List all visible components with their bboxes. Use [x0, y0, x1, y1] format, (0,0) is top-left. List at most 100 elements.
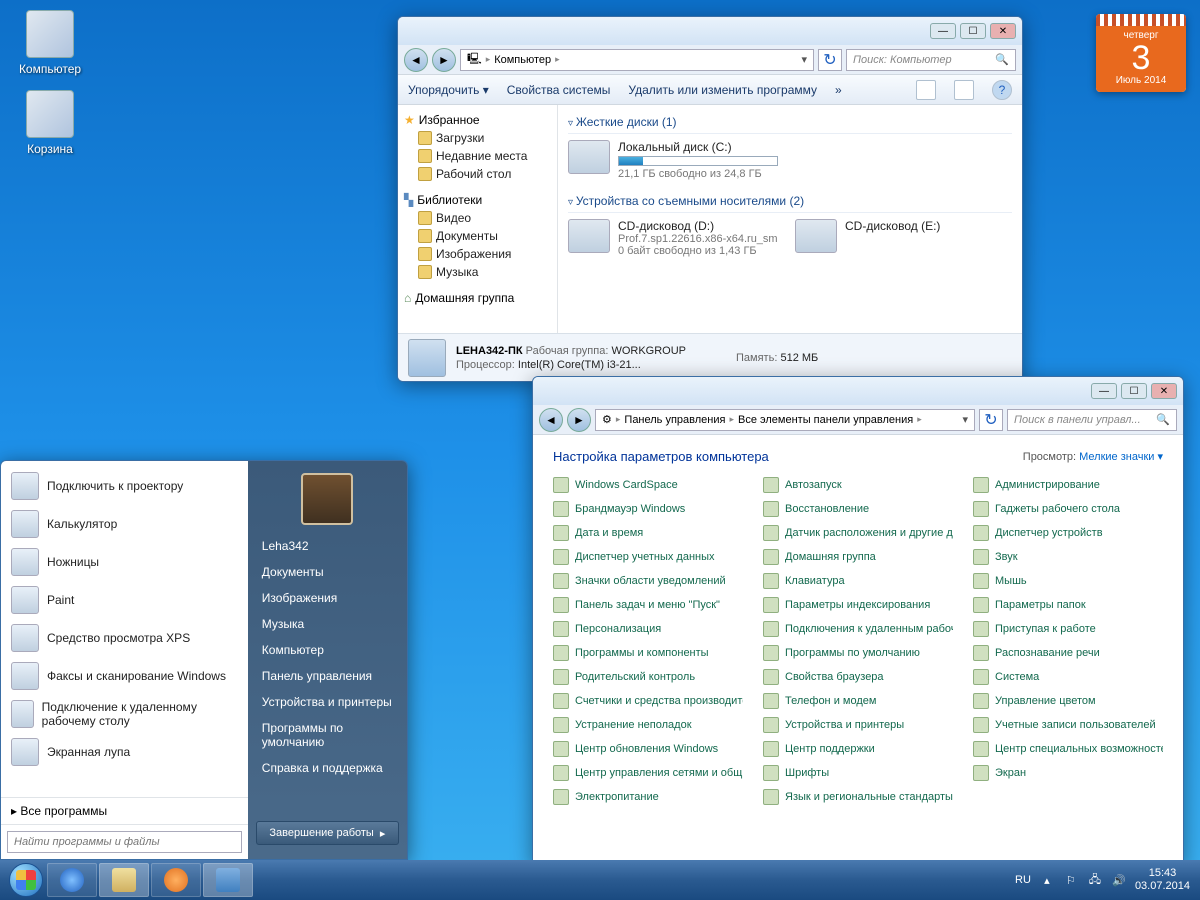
cp-item[interactable]: Гаджеты рабочего стола — [973, 500, 1163, 518]
start-right-item[interactable]: Компьютер — [248, 637, 407, 663]
start-right-item[interactable]: Изображения — [248, 585, 407, 611]
calendar-gadget[interactable]: четверг 3 Июль 2014 — [1096, 14, 1186, 92]
address-bar[interactable]: ⚙ ▸ Панель управления ▸ Все элементы пан… — [595, 409, 975, 431]
nav-item-recent[interactable]: Недавние места — [402, 147, 553, 165]
search-icon[interactable]: 🔍 — [1156, 413, 1170, 426]
cp-item[interactable]: Мышь — [973, 572, 1163, 590]
start-right-item[interactable]: Справка и поддержка — [248, 755, 407, 781]
cp-item[interactable]: Параметры папок — [973, 596, 1163, 614]
taskbar-clock[interactable]: 15:43 03.07.2014 — [1135, 867, 1190, 893]
system-properties-button[interactable]: Свойства системы — [507, 83, 611, 97]
search-input[interactable]: Поиск в панели управл... 🔍 — [1007, 409, 1177, 431]
cp-item[interactable]: Восстановление — [763, 500, 953, 518]
user-avatar[interactable] — [301, 473, 353, 525]
cp-item[interactable]: Распознавание речи — [973, 644, 1163, 662]
cp-item[interactable]: Значки области уведомлений — [553, 572, 743, 590]
close-button[interactable]: ✕ — [1151, 383, 1177, 399]
cp-item[interactable]: Свойства браузера — [763, 668, 953, 686]
maximize-button[interactable]: ☐ — [960, 23, 986, 39]
volume-icon[interactable]: 🔊 — [1111, 872, 1127, 888]
cp-item[interactable]: Шрифты — [763, 764, 953, 782]
window-titlebar[interactable]: — ☐ ✕ — [398, 17, 1022, 45]
cp-item[interactable]: Windows CardSpace — [553, 476, 743, 494]
cp-item[interactable]: Счетчики и средства производите... — [553, 692, 743, 710]
cp-item[interactable]: Диспетчер учетных данных — [553, 548, 743, 566]
search-icon[interactable]: 🔍 — [995, 53, 1009, 66]
minimize-button[interactable]: — — [930, 23, 956, 39]
start-program-item[interactable]: Подключить к проектору — [5, 467, 244, 505]
desktop-icon-recycle[interactable]: Корзина — [12, 90, 88, 156]
toolbar-overflow[interactable]: » — [835, 83, 842, 97]
forward-button[interactable]: ► — [567, 408, 591, 432]
cp-item[interactable]: Персонализация — [553, 620, 743, 638]
start-right-item[interactable]: Программы по умолчанию — [248, 715, 407, 755]
cp-item[interactable]: Центр специальных возможностей — [973, 740, 1163, 758]
cp-item[interactable]: Параметры индексирования — [763, 596, 953, 614]
breadcrumb-item[interactable]: Компьютер — [494, 54, 551, 66]
cp-item[interactable]: Центр управления сетями и общи... — [553, 764, 743, 782]
preview-pane-button[interactable] — [954, 80, 974, 100]
cp-item[interactable]: Автозапуск — [763, 476, 953, 494]
nav-item-pictures[interactable]: Изображения — [402, 245, 553, 263]
organize-menu[interactable]: Упорядочить ▾ — [408, 83, 489, 97]
search-input[interactable]: Поиск: Компьютер 🔍 — [846, 49, 1016, 71]
back-button[interactable]: ◄ — [404, 48, 428, 72]
refresh-button[interactable]: ↻ — [979, 409, 1003, 431]
forward-button[interactable]: ► — [432, 48, 456, 72]
cp-item[interactable]: Приступая к работе — [973, 620, 1163, 638]
cp-item[interactable]: Звук — [973, 548, 1163, 566]
network-icon[interactable]: 🖧 — [1087, 872, 1103, 888]
nav-item-videos[interactable]: Видео — [402, 209, 553, 227]
cp-item[interactable]: Система — [973, 668, 1163, 686]
cp-item[interactable]: Программы и компоненты — [553, 644, 743, 662]
start-program-item[interactable]: Факсы и сканирование Windows — [5, 657, 244, 695]
nav-item-downloads[interactable]: Загрузки — [402, 129, 553, 147]
cp-item[interactable]: Клавиатура — [763, 572, 953, 590]
start-program-item[interactable]: Paint — [5, 581, 244, 619]
start-right-item[interactable]: Устройства и принтеры — [248, 689, 407, 715]
user-name-link[interactable]: Leha342 — [248, 533, 407, 559]
start-program-item[interactable]: Подключение к удаленному рабочему столу — [5, 695, 244, 733]
close-button[interactable]: ✕ — [990, 23, 1016, 39]
all-programs-button[interactable]: ▸ Все программы — [1, 797, 248, 824]
window-titlebar[interactable]: — ☐ ✕ — [533, 377, 1183, 405]
action-center-icon[interactable]: ⚐ — [1063, 872, 1079, 888]
nav-item-documents[interactable]: Документы — [402, 227, 553, 245]
shutdown-button[interactable]: Завершение работы ▸ — [256, 821, 399, 845]
breadcrumb-item[interactable]: Панель управления — [624, 414, 725, 426]
taskbar-item-wmp[interactable] — [151, 863, 201, 897]
cp-item[interactable]: Устранение неполадок — [553, 716, 743, 734]
cp-item[interactable]: Программы по умолчанию — [763, 644, 953, 662]
language-indicator[interactable]: RU — [1015, 874, 1031, 886]
nav-homegroup[interactable]: ⌂Домашняя группа — [402, 289, 553, 307]
cp-item[interactable]: Электропитание — [553, 788, 743, 806]
cp-item[interactable]: Центр обновления Windows — [553, 740, 743, 758]
start-program-item[interactable]: Экранная лупа — [5, 733, 244, 771]
taskbar-item-ie[interactable] — [47, 863, 97, 897]
start-program-item[interactable]: Калькулятор — [5, 505, 244, 543]
help-button[interactable]: ? — [992, 80, 1012, 100]
cp-item[interactable]: Устройства и принтеры — [763, 716, 953, 734]
cp-item[interactable]: Телефон и модем — [763, 692, 953, 710]
cp-item[interactable]: Дата и время — [553, 524, 743, 542]
breadcrumb-item[interactable]: Все элементы панели управления — [738, 414, 913, 426]
cp-item[interactable]: Домашняя группа — [763, 548, 953, 566]
start-search-input[interactable] — [7, 831, 242, 853]
cp-item[interactable]: Управление цветом — [973, 692, 1163, 710]
cp-item[interactable]: Панель задач и меню "Пуск" — [553, 596, 743, 614]
section-header-removable[interactable]: Устройства со съемными носителями (2) — [568, 190, 1012, 213]
cp-item[interactable]: Родительский контроль — [553, 668, 743, 686]
show-hidden-icons[interactable]: ▴ — [1039, 872, 1055, 888]
view-mode-button[interactable] — [916, 80, 936, 100]
drive-c[interactable]: Локальный диск (C:) 21,1 ГБ свободно из … — [568, 140, 788, 180]
start-program-item[interactable]: Ножницы — [5, 543, 244, 581]
drive-e[interactable]: CD-дисковод (E:) — [795, 219, 1012, 257]
taskbar-item-explorer[interactable] — [99, 863, 149, 897]
maximize-button[interactable]: ☐ — [1121, 383, 1147, 399]
uninstall-button[interactable]: Удалить или изменить программу — [628, 83, 817, 97]
address-bar[interactable]: 🖳 ▸ Компьютер ▸ ▾ — [460, 49, 814, 71]
cp-item[interactable]: Подключения к удаленным рабоч... — [763, 620, 953, 638]
start-right-item[interactable]: Панель управления — [248, 663, 407, 689]
refresh-button[interactable]: ↻ — [818, 49, 842, 71]
cp-item[interactable]: Учетные записи пользователей — [973, 716, 1163, 734]
